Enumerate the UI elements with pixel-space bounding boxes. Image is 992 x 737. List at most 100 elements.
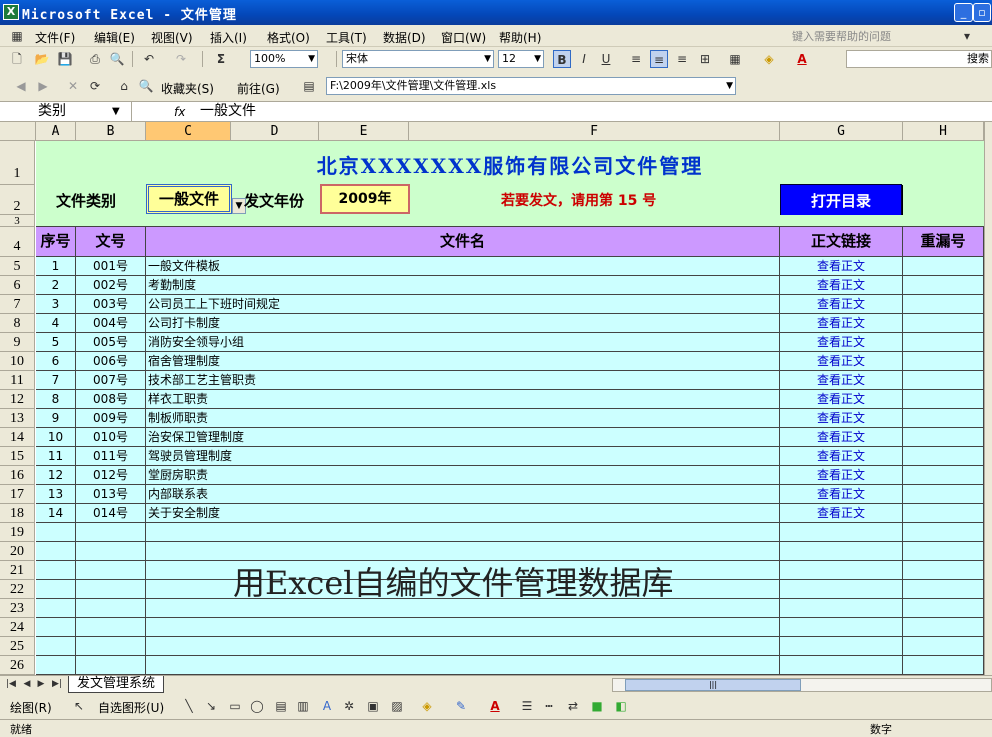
3d-icon[interactable]: ◧ (612, 697, 630, 715)
table-cell-no[interactable]: 011号 (76, 447, 146, 466)
table-cell-seq[interactable]: 4 (36, 314, 76, 333)
row-header[interactable]: 8 (0, 314, 35, 333)
row-header[interactable]: 5 (0, 257, 35, 276)
table-cell-name[interactable] (146, 637, 780, 656)
row-header[interactable]: 21 (0, 561, 35, 580)
col-header-f[interactable]: F (409, 122, 780, 141)
table-cell-no[interactable]: 009号 (76, 409, 146, 428)
table-cell-seq[interactable]: 3 (36, 295, 76, 314)
table-cell-no[interactable]: 006号 (76, 352, 146, 371)
view-document-link[interactable]: 查看正文 (780, 447, 903, 466)
col-header-e[interactable]: E (319, 122, 409, 141)
fill-color-icon[interactable]: ◈ (418, 697, 436, 715)
table-cell-no[interactable]: 002号 (76, 276, 146, 295)
row-header[interactable]: 15 (0, 447, 35, 466)
table-cell-name[interactable]: 考勤制度 (146, 276, 780, 295)
row-header[interactable]: 18 (0, 504, 35, 523)
open-directory-button[interactable]: 打开目录 (780, 184, 902, 216)
table-cell-dup[interactable] (903, 637, 984, 656)
table-cell-name[interactable]: 技术部工艺主管职责 (146, 371, 780, 390)
col-header-c[interactable]: C (146, 122, 231, 141)
table-cell-dup[interactable] (903, 295, 984, 314)
view-document-link[interactable]: 查看正文 (780, 485, 903, 504)
table-cell-dup[interactable] (903, 561, 984, 580)
autoshapes-menu[interactable]: 自选图形(U) (98, 699, 164, 716)
table-cell-dup[interactable] (903, 542, 984, 561)
view-document-link[interactable]: 查看正文 (780, 504, 903, 523)
show-web-toolbar-icon[interactable]: ▤ (300, 77, 318, 95)
table-cell-seq[interactable] (36, 542, 76, 561)
line-icon[interactable]: ╲ (180, 697, 198, 715)
view-document-link[interactable]: 查看正文 (780, 428, 903, 447)
back-icon[interactable]: ◀ (12, 77, 30, 95)
excel-icon[interactable]: X (3, 4, 19, 20)
table-cell-no[interactable] (76, 580, 146, 599)
oval-icon[interactable]: ◯ (248, 697, 266, 715)
font-size-select[interactable]: 12 ▼ (498, 50, 544, 68)
line-style-icon[interactable]: ☰ (518, 697, 536, 715)
table-cell-seq[interactable]: 8 (36, 390, 76, 409)
table-cell-seq[interactable] (36, 637, 76, 656)
table-cell-seq[interactable] (36, 618, 76, 637)
font-color-icon[interactable]: A (486, 697, 504, 715)
select-all-corner[interactable] (0, 122, 36, 141)
table-cell-dup[interactable] (903, 409, 984, 428)
row-header[interactable]: 22 (0, 580, 35, 599)
table-cell-name[interactable]: 公司打卡制度 (146, 314, 780, 333)
table-cell-name[interactable]: 关于安全制度 (146, 504, 780, 523)
row-header[interactable]: 1 (0, 141, 35, 185)
table-cell-dup[interactable] (903, 447, 984, 466)
table-cell-dup[interactable] (903, 257, 984, 276)
view-document-link[interactable]: 查看正文 (780, 352, 903, 371)
draw-menu[interactable]: 绘图(R) (10, 699, 52, 716)
view-document-link[interactable]: 查看正文 (780, 295, 903, 314)
menu-format[interactable]: 格式(O) (267, 29, 310, 46)
view-document-link[interactable] (780, 618, 903, 637)
table-cell-seq[interactable]: 12 (36, 466, 76, 485)
table-cell-dup[interactable] (903, 656, 984, 675)
table-cell-seq[interactable] (36, 599, 76, 618)
minimize-button[interactable]: _ (954, 3, 973, 22)
table-cell-no[interactable]: 001号 (76, 257, 146, 276)
row-header[interactable]: 2 (0, 185, 35, 215)
table-cell-no[interactable] (76, 542, 146, 561)
vertical-scrollbar[interactable] (984, 122, 992, 675)
picture-icon[interactable]: ▨ (388, 697, 406, 715)
table-cell-dup[interactable] (903, 466, 984, 485)
table-cell-dup[interactable] (903, 276, 984, 295)
view-document-link[interactable] (780, 637, 903, 656)
row-header[interactable]: 14 (0, 428, 35, 447)
col-header-b[interactable]: B (76, 122, 146, 141)
home-icon[interactable]: ⌂ (115, 77, 133, 95)
table-cell-dup[interactable] (903, 504, 984, 523)
view-document-link[interactable] (780, 542, 903, 561)
view-document-link[interactable]: 查看正文 (780, 333, 903, 352)
font-select[interactable]: 宋体 ▼ (342, 50, 494, 68)
menu-tools[interactable]: 工具(T) (326, 29, 367, 46)
table-cell-dup[interactable] (903, 352, 984, 371)
table-cell-no[interactable]: 004号 (76, 314, 146, 333)
print-icon[interactable]: ⎙ (86, 50, 104, 68)
table-cell-dup[interactable] (903, 314, 984, 333)
table-cell-no[interactable]: 014号 (76, 504, 146, 523)
menu-edit[interactable]: 编辑(E) (94, 29, 135, 46)
table-cell-name[interactable]: 消防安全领导小组 (146, 333, 780, 352)
view-document-link[interactable] (780, 580, 903, 599)
zoom-select[interactable]: 100% ▼ (250, 50, 318, 68)
table-cell-seq[interactable]: 13 (36, 485, 76, 504)
row-header[interactable]: 24 (0, 618, 35, 637)
table-cell-name[interactable]: 堂厨房职责 (146, 466, 780, 485)
dash-style-icon[interactable]: ┅ (540, 697, 558, 715)
font-color-icon[interactable]: A (793, 50, 811, 68)
table-cell-seq[interactable] (36, 656, 76, 675)
view-document-link[interactable]: 查看正文 (780, 371, 903, 390)
row-header[interactable]: 20 (0, 542, 35, 561)
view-document-link[interactable]: 查看正文 (780, 276, 903, 295)
menu-data[interactable]: 数据(D) (383, 29, 426, 46)
address-input[interactable]: F:\2009年\文件管理\文件管理.xls ▼ (326, 77, 736, 95)
table-cell-name[interactable]: 治安保卫管理制度 (146, 428, 780, 447)
merge-center-icon[interactable]: ⊞ (696, 50, 714, 68)
table-cell-name[interactable]: 驾驶员管理制度 (146, 447, 780, 466)
formula-input[interactable]: 一般文件 (200, 102, 256, 121)
row-header[interactable]: 23 (0, 599, 35, 618)
